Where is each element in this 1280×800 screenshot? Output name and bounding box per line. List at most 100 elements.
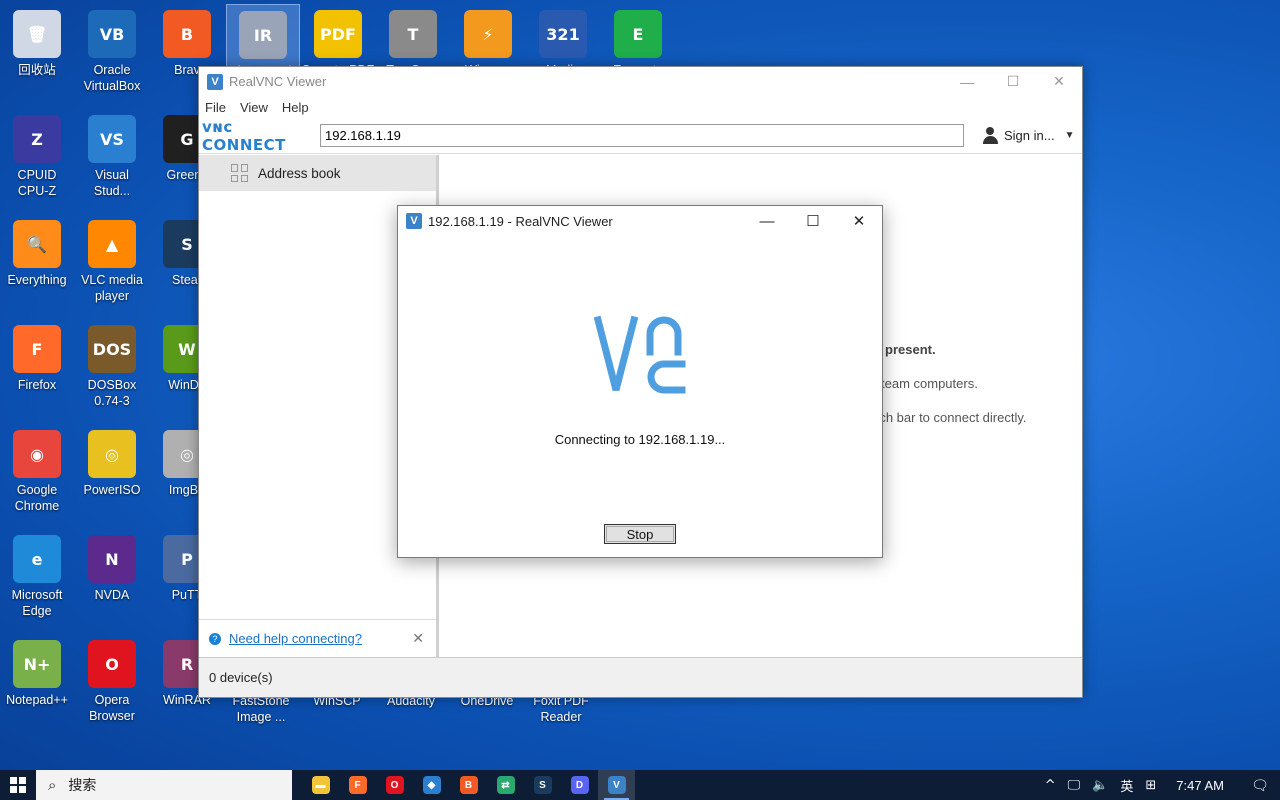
input-mode-icon[interactable]: ⊞ [1139, 778, 1162, 793]
volume-icon[interactable]: 🔈 [1086, 778, 1114, 793]
taskbar-app-opera[interactable]: O [376, 770, 413, 800]
taskbar-app-steam[interactable]: S [524, 770, 561, 800]
ime-language-indicator[interactable]: 英 [1114, 776, 1139, 795]
desktop-icon[interactable]: VB Oracle VirtualBox [75, 4, 149, 104]
sidebar-item-address-book[interactable]: Address book [199, 155, 436, 191]
firefox-icon: F [348, 776, 367, 794]
desktop-icon[interactable]: N NVDA [75, 529, 149, 629]
need-help-link[interactable]: Need help connecting? [229, 631, 362, 646]
desktop-icon[interactable]: DOS DOSBox 0.74-3 [75, 319, 149, 419]
main-window-titlebar[interactable]: V RealVNC Viewer — ☐ ✕ [199, 67, 1082, 96]
app-icon: Z [13, 115, 61, 163]
taskbar-app-app-blue[interactable]: ◆ [413, 770, 450, 800]
desktop-icon[interactable]: ▲ VLC media player [75, 214, 149, 314]
taskbar-app-realvnc-viewer[interactable]: V [598, 770, 635, 800]
desktop-icon-label: Firefox [17, 378, 57, 392]
steam-icon: S [533, 776, 552, 794]
empty-state-line-1: team computers. [881, 376, 978, 391]
stop-button[interactable]: Stop [604, 524, 676, 544]
notifications-icon[interactable]: 🗨 [1240, 770, 1280, 800]
dialog-close-button[interactable]: ✕ [836, 206, 882, 236]
help-bar-close-icon[interactable]: ✕ [412, 630, 424, 647]
user-icon [982, 127, 999, 144]
desktop-icon[interactable]: F Firefox [0, 319, 74, 419]
menu-file[interactable]: File [205, 100, 226, 115]
desktop-icon-label: 回收站 [18, 63, 56, 77]
app-icon: N+ [13, 640, 61, 688]
desktop-icon-label: Microsoft Edge [11, 588, 63, 618]
dialog-controls: — ☐ ✕ [744, 206, 882, 236]
app-icon: ▲ [88, 220, 136, 268]
vnc-logo-icon [594, 316, 686, 394]
sign-in-button[interactable]: Sign in... ▼ [982, 127, 1075, 144]
desktop-icon[interactable]: Z CPUID CPU-Z [0, 109, 74, 209]
brave-icon: B [459, 776, 478, 794]
menu-view[interactable]: View [240, 100, 268, 115]
app-icon: O [88, 640, 136, 688]
desktop-icon-label: Opera Browser [89, 693, 135, 723]
maximize-button[interactable]: ☐ [990, 67, 1036, 96]
desktop-icon[interactable]: N+ Notepad++ [0, 634, 74, 734]
taskbar-app-firefox[interactable]: F [339, 770, 376, 800]
sign-in-label: Sign in... [1004, 128, 1055, 143]
app-icon: PDF [314, 10, 362, 58]
taskbar-app-discord[interactable]: D [561, 770, 598, 800]
address-search-input[interactable] [320, 124, 964, 147]
desktop-icon-label: Everything [7, 273, 67, 287]
app-icon: ◉ [13, 430, 61, 478]
empty-state-line-2: rch bar to connect directly. [875, 410, 1027, 425]
realvnc-app-icon: V [406, 213, 422, 229]
vnc-logo-n [646, 316, 682, 356]
connecting-status-text: Connecting to 192.168.1.19... [554, 432, 726, 447]
app-icon: 🗑 [13, 10, 61, 58]
desktop-icon-label: Google Chrome [14, 483, 60, 513]
taskbar-search-box[interactable]: ⌕ 搜索 [36, 770, 292, 800]
minimize-button[interactable]: — [944, 67, 990, 96]
dialog-title: 192.168.1.19 - RealVNC Viewer [428, 213, 613, 229]
desktop-icon[interactable]: 🗑 回收站 [0, 4, 74, 104]
taskbar-clock[interactable]: 7:47 AM [1162, 778, 1240, 793]
app-icon: 321 [539, 10, 587, 58]
app-icon: IR [239, 11, 287, 59]
vnc-logo-c [647, 360, 686, 394]
start-button[interactable] [0, 770, 36, 800]
dialog-minimize-button[interactable]: — [744, 206, 790, 236]
vnc-logo-v [594, 316, 639, 391]
app-icon: VB [88, 10, 136, 58]
network-icon[interactable]: 🖵 [1062, 778, 1087, 793]
app-icon: T [389, 10, 437, 58]
desktop-icon[interactable]: e Microsoft Edge [0, 529, 74, 629]
vnc-server-icon: ⇄ [496, 776, 515, 794]
desktop-icon[interactable]: VS Visual Stud... [75, 109, 149, 209]
app-icon: e [13, 535, 61, 583]
desktop-icon-label: Visual Stud... [93, 168, 131, 198]
search-icon: ⌕ [48, 776, 57, 794]
desktop-icon[interactable]: ◉ Google Chrome [0, 424, 74, 524]
desktop-icon[interactable]: ◎ PowerISO [75, 424, 149, 524]
address-book-grid-icon [231, 164, 249, 182]
taskbar-app-brave[interactable]: B [450, 770, 487, 800]
taskbar-app-file-explorer[interactable]: ▬ [302, 770, 339, 800]
toolbar: ᴠɴᴄ CONNECT Sign in... ▼ [199, 118, 1082, 154]
app-icon: ⚡ [464, 10, 512, 58]
file-explorer-icon: ▬ [311, 776, 330, 794]
taskbar-apps: ▬ F O ◆ B ⇄ S D V [302, 770, 635, 800]
taskbar-app-vnc-server[interactable]: ⇄ [487, 770, 524, 800]
dialog-maximize-button[interactable]: ☐ [790, 206, 836, 236]
connecting-dialog: V 192.168.1.19 - RealVNC Viewer — ☐ ✕ Co… [397, 205, 883, 558]
main-window-title: RealVNC Viewer [229, 74, 327, 89]
desktop-icon-label: PowerISO [83, 483, 141, 497]
help-icon: ? [209, 632, 221, 645]
desktop-icon[interactable]: O Opera Browser [75, 634, 149, 734]
menu-bar: File View Help [199, 96, 1082, 118]
desktop-icon-label: Oracle VirtualBox [83, 63, 141, 93]
app-icon: DOS [88, 325, 136, 373]
menu-help[interactable]: Help [282, 100, 309, 115]
dialog-titlebar[interactable]: V 192.168.1.19 - RealVNC Viewer — ☐ ✕ [398, 206, 882, 236]
desktop-icon-label: DOSBox 0.74-3 [87, 378, 137, 408]
desktop-icon[interactable]: 🔍 Everything [0, 214, 74, 314]
main-window-controls: — ☐ ✕ [944, 67, 1082, 96]
app-icon: F [13, 325, 61, 373]
tray-chevron-icon[interactable]: ^ [1039, 778, 1062, 793]
close-button[interactable]: ✕ [1036, 67, 1082, 96]
